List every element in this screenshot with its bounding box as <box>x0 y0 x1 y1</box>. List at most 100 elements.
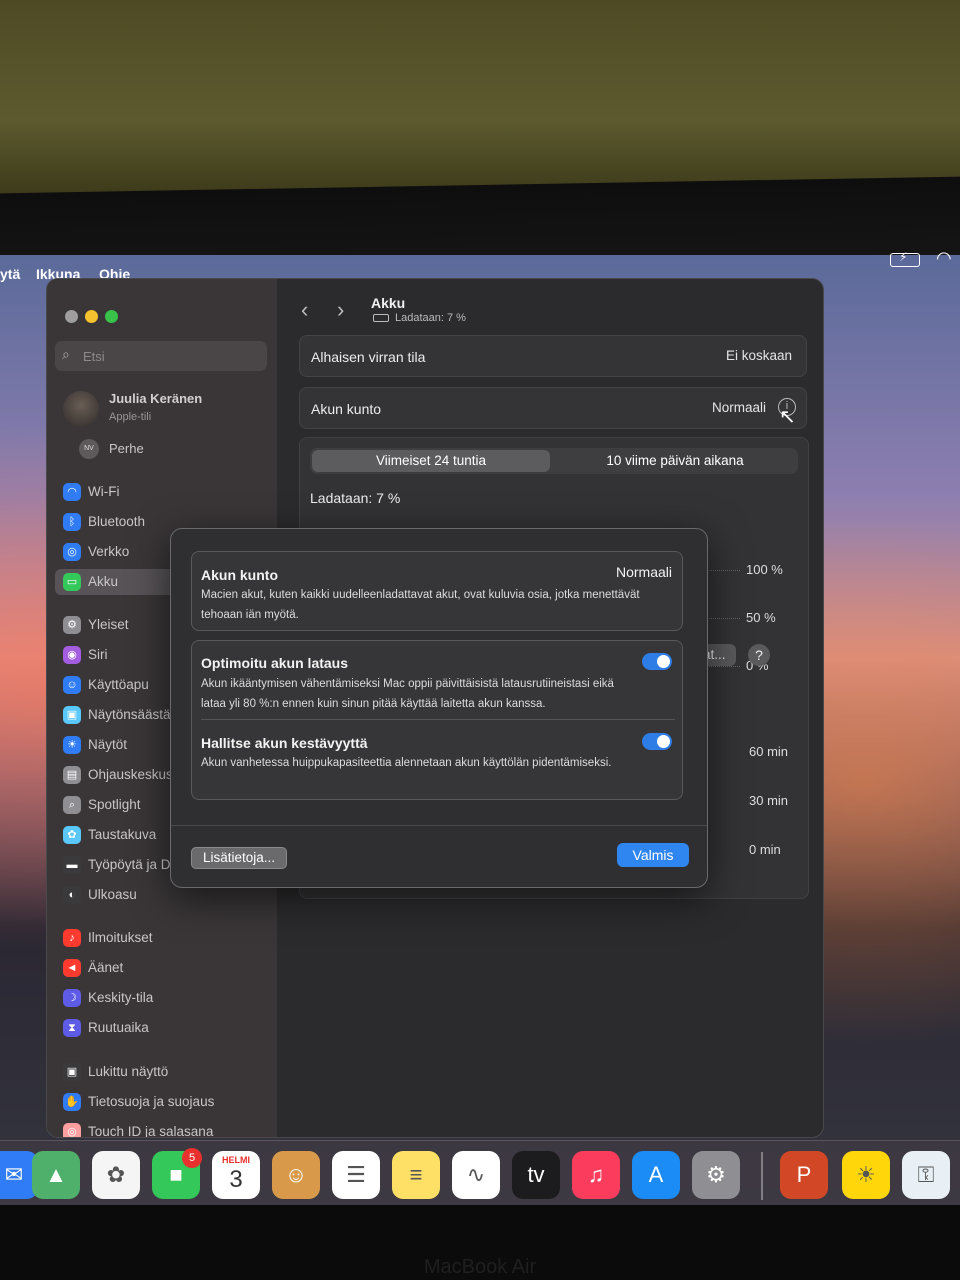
keychain-icon[interactable]: ⚿ <box>902 1151 950 1199</box>
calendar-day: 3 <box>229 1166 243 1193</box>
sidebar-item[interactable]: ▣ Lukittu näyttö <box>55 1059 269 1085</box>
settings-card: Optimoitu akun lataus Akun ikääntymisen … <box>191 640 683 800</box>
search-input[interactable]: ⌕ Etsi <box>55 341 267 371</box>
background-wall <box>0 0 960 200</box>
search-placeholder: Etsi <box>83 349 105 364</box>
optimized-charging-toggle[interactable] <box>642 653 672 670</box>
sidebar-item-family[interactable]: Perhe <box>109 441 144 456</box>
axis-label-minutes: 30 min <box>749 793 789 808</box>
optimized-charging-description: Akun ikääntymisen vähentämiseksi Mac opp… <box>201 678 614 710</box>
axis-label-minutes: 0 min <box>749 842 781 857</box>
sidebar-item[interactable]: ✋ Tietosuoja ja suojaus <box>55 1089 269 1115</box>
system-settings-icon[interactable]: ⚙ <box>692 1151 740 1199</box>
sidebar-item-label: Spotlight <box>88 797 141 812</box>
fingerprint-icon: ◎ <box>63 1123 81 1137</box>
low-power-label: Alhaisen virran tila <box>311 349 426 365</box>
sidebar-item[interactable]: ◠ Wi-Fi <box>55 479 269 505</box>
user-account-label: Apple-tili <box>109 411 152 423</box>
sidebar-item[interactable]: ☽ Keskity-tila <box>55 985 269 1011</box>
low-power-select[interactable]: Ei koskaan <box>726 348 792 363</box>
time-range-segmented-control[interactable]: Viimeiset 24 tuntia 10 viime päivän aika… <box>310 448 798 474</box>
powerpoint-icon[interactable]: P <box>780 1151 828 1199</box>
battery-charging-icon[interactable] <box>890 250 920 267</box>
user-name[interactable]: Juulia Keränen <box>109 391 202 406</box>
wallpaper-icon: ✿ <box>63 826 81 844</box>
battery-health-value: Normaali <box>711 400 766 415</box>
page-subtitle: Ladataan: 7 % <box>395 312 466 324</box>
manage-health-title: Hallitse akun kestävyyttä <box>201 735 368 751</box>
sidebar-item[interactable]: ♪ Ilmoitukset <box>55 925 269 951</box>
sidebar-item-label: Keskity-tila <box>88 990 154 1005</box>
family-avatar: NV <box>79 439 99 459</box>
pointer-cursor-icon: ↖ <box>779 406 796 428</box>
sidebar-item-label: Bluetooth <box>88 514 146 529</box>
freeform-icon[interactable]: ∿ <box>452 1151 500 1199</box>
hourglass-icon: ⧗ <box>63 1019 81 1037</box>
sidebar-item-label: Näytönsäästäjä <box>88 707 182 722</box>
low-power-row[interactable]: Alhaisen virran tila Ei koskaan <box>299 335 807 377</box>
sidebar-item-label: Ulkoasu <box>88 887 137 902</box>
desktop-icon: ▬ <box>63 856 81 874</box>
tab-last-24-hours[interactable]: Viimeiset 24 tuntia <box>312 450 550 472</box>
optimized-charging-title: Optimoitu akun lataus <box>201 655 349 671</box>
menu-item-prev[interactable]: ytä <box>0 266 20 282</box>
sidebar-item[interactable]: ◄ Äänet <box>55 955 269 981</box>
sidebar-item-label: Wi-Fi <box>88 484 120 499</box>
sidebar-item-label: Näytöt <box>88 737 128 752</box>
charging-status: Ladataan: 7 % <box>310 490 401 506</box>
calendar-month: HELMI <box>222 1155 250 1165</box>
bell-icon: ♪ <box>63 929 81 947</box>
moon-icon: ☽ <box>63 989 81 1007</box>
battery-small-icon <box>373 314 389 322</box>
notes-icon[interactable]: ≡ <box>392 1151 440 1199</box>
learn-more-button[interactable]: Lisätietoja... <box>191 847 287 869</box>
axis-label-percent: 100 % <box>746 562 783 577</box>
avatar[interactable] <box>63 391 99 427</box>
wifi-icon: ◠ <box>63 483 81 501</box>
music-icon[interactable]: ♫ <box>572 1151 620 1199</box>
search-icon: ⌕ <box>63 796 81 814</box>
sidebar-item-label: Yleiset <box>88 617 129 632</box>
tv-icon[interactable]: tv <box>512 1151 560 1199</box>
maps-icon[interactable]: ▲ <box>32 1151 80 1199</box>
battery-icon: ▭ <box>63 573 81 591</box>
maximize-window-button[interactable] <box>105 310 118 323</box>
photos-icon[interactable]: ✿ <box>92 1151 140 1199</box>
calendar-icon[interactable]: HELMI 3 <box>212 1151 260 1199</box>
wifi-status-icon[interactable]: ◠ <box>936 248 952 269</box>
close-window-button[interactable] <box>65 310 78 323</box>
battery-health-sheet: Akun kunto Normaali Macien akut, kuten k… <box>170 528 708 888</box>
notification-badge: 5 <box>182 1148 202 1168</box>
tab-last-10-days[interactable]: 10 viime päivän aikana <box>556 450 794 472</box>
sidebar-item-label: Akku <box>88 574 119 589</box>
lock-icon: ▣ <box>63 1063 81 1081</box>
health-title: Akun kunto <box>201 567 278 583</box>
sidebar-item-label: Taustakuva <box>88 827 157 842</box>
divider <box>201 719 675 720</box>
tips-icon[interactable]: ☀ <box>842 1151 890 1199</box>
health-description: Macien akut, kuten kaikki uudelleenladat… <box>201 589 640 621</box>
manage-health-toggle[interactable] <box>642 733 672 750</box>
sidebar-item-label: Käyttöapu <box>88 677 149 692</box>
sidebar-item-label: Siri <box>88 647 108 662</box>
forward-chevron-icon[interactable]: › <box>337 297 344 323</box>
axis-label-minutes: 60 min <box>749 744 789 759</box>
minimize-window-button[interactable] <box>85 310 98 323</box>
appstore-icon[interactable]: A <box>632 1151 680 1199</box>
divider <box>171 825 707 826</box>
sidebar-item[interactable]: ◎ Touch ID ja salasana <box>55 1119 269 1137</box>
back-chevron-icon[interactable]: ‹ <box>301 297 308 323</box>
sun-icon: ☀ <box>63 736 81 754</box>
sidebar-item[interactable]: ⧗ Ruutuaika <box>55 1015 269 1041</box>
sidebar-item-label: Verkko <box>88 544 130 559</box>
help-button[interactable]: ? <box>748 644 770 666</box>
search-icon: ⌕ <box>62 346 70 362</box>
reminders-icon[interactable]: ☰ <box>332 1151 380 1199</box>
sidebar-item-label: Tietosuoja ja suojaus <box>88 1094 215 1109</box>
battery-health-row[interactable]: Akun kunto Normaali i <box>299 387 807 429</box>
done-button[interactable]: Valmis <box>617 843 689 867</box>
sidebar-item-label: Ilmoitukset <box>88 930 153 945</box>
contacts-icon[interactable]: ☺ <box>272 1151 320 1199</box>
health-value: Normaali <box>615 564 672 580</box>
globe-icon: ◎ <box>63 543 81 561</box>
